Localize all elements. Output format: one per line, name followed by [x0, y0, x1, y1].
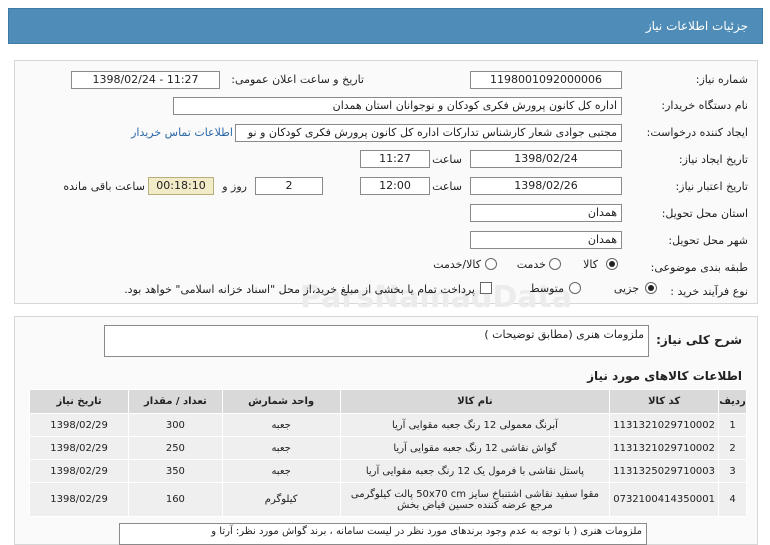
category-service-label: خدمت — [516, 258, 546, 271]
province-field: همدان — [470, 204, 622, 222]
process-medium-label: متوسط — [529, 282, 564, 295]
announce-field: 1398/02/24 - 11:27 — [71, 71, 220, 89]
cell-row: 2 — [718, 436, 747, 460]
process-medium-radio[interactable] — [569, 282, 581, 294]
items-table: ردیف کد کالا نام کالا واحد شمارش تعداد /… — [28, 389, 747, 517]
cell-row: 4 — [718, 482, 747, 517]
cell-row: 3 — [718, 459, 747, 483]
cell-qty: 350 — [128, 459, 223, 483]
page-header: جزئیات اطلاعات نیاز — [8, 8, 763, 44]
buyer-label: نام دستگاه خریدار: — [661, 99, 748, 112]
cell-qty: 160 — [128, 482, 223, 517]
table-header-row: ردیف کد کالا نام کالا واحد شمارش تعداد /… — [28, 389, 747, 414]
cell-name: پاستل نقاشی با فرمول یک 12 رنگ جعبه مقوا… — [339, 459, 611, 483]
creator-label: ایجاد کننده درخواست: — [646, 126, 748, 139]
items-title: اطلاعات کالاهای مورد نیاز — [587, 369, 742, 383]
days-field: 2 — [255, 177, 323, 195]
table-row: 3 1131325029710003 پاستل نقاشی با فرمول … — [28, 459, 747, 483]
cell-date: 1398/02/29 — [28, 413, 130, 437]
category-both-radio[interactable] — [485, 258, 497, 270]
remaining-time-field: 00:18:10 — [148, 177, 214, 195]
valid-time-label: ساعت — [432, 180, 462, 193]
cell-name: مقوا سفید نقاشی اشتنباخ سایز 50x70 cm پا… — [339, 482, 611, 517]
col-code-header: کد کالا — [609, 389, 720, 414]
treasury-payment-label: پرداخت تمام یا بخشی از مبلغ خرید،از محل … — [124, 283, 475, 296]
col-name-header: نام کالا — [339, 389, 611, 414]
cell-row: 1 — [718, 413, 747, 437]
valid-time-field: 12:00 — [360, 177, 430, 195]
days-label: روز و — [222, 180, 247, 193]
cell-code: 1131321029710002 — [609, 436, 720, 460]
cell-code: 1131325029710003 — [609, 459, 720, 483]
province-label: استان محل تحویل: — [661, 207, 748, 220]
created-date-field: 1398/02/24 — [470, 150, 622, 168]
cell-date: 1398/02/29 — [28, 482, 130, 517]
creator-field: مجتبی جوادی شعار کارشناس تدارکات اداره ک… — [235, 124, 622, 142]
table-row: 2 1131321029710002 گواش نقاشی 12 رنگ جعب… — [28, 436, 747, 460]
category-both-label: کالا/خدمت — [433, 258, 481, 271]
col-qty-header: تعداد / مقدار — [128, 389, 223, 414]
created-time-field: 11:27 — [360, 150, 430, 168]
col-row-header: ردیف — [718, 389, 747, 414]
category-service-radio[interactable] — [549, 258, 561, 270]
description-note: ملزومات هنری ( با توجه به عدم وجود برنده… — [119, 523, 647, 545]
cell-date: 1398/02/29 — [28, 459, 130, 483]
cell-code: 1131321029710002 — [609, 413, 720, 437]
cell-qty: 300 — [128, 413, 223, 437]
treasury-payment-checkbox[interactable] — [480, 282, 492, 294]
cell-name: آبرنگ معمولی 12 رنگ جعبه مقوایی آریا — [339, 413, 611, 437]
col-unit-header: واحد شمارش — [221, 389, 341, 414]
cell-unit: جعبه — [221, 413, 341, 437]
cell-qty: 250 — [128, 436, 223, 460]
need-number-field: 1198001092000006 — [470, 71, 622, 89]
created-time-label: ساعت — [432, 153, 462, 166]
cell-code: 0732100414350001 — [609, 482, 720, 517]
city-field: همدان — [470, 231, 622, 249]
cell-name: گواش نقاشی 12 رنگ جعبه مقوایی آریا — [339, 436, 611, 460]
buyer-field: اداره کل کانون پرورش فکری کودکان و نوجوا… — [173, 97, 622, 115]
announce-label: تاریخ و ساعت اعلان عمومی: — [231, 73, 364, 86]
category-goods-radio[interactable] — [606, 258, 618, 270]
category-goods-label: کالا — [583, 258, 598, 271]
valid-date-field: 1398/02/26 — [470, 177, 622, 195]
summary-label: شرح کلی نیاز: — [656, 333, 742, 347]
summary-field: ملزومات هنری (مطابق توضیحات ) — [104, 325, 649, 357]
table-row: 4 0732100414350001 مقوا سفید نقاشی اشتنب… — [28, 482, 747, 517]
need-number-label: شماره نیاز: — [695, 73, 748, 86]
created-date-label: تاریخ ایجاد نیاز: — [678, 153, 748, 166]
contact-buyer-link[interactable]: اطلاعات تماس خریدار — [131, 126, 233, 139]
valid-date-label: تاریخ اعتبار نیاز: — [675, 180, 748, 193]
page-title: جزئیات اطلاعات نیاز — [645, 19, 748, 33]
cell-date: 1398/02/29 — [28, 436, 130, 460]
category-label: طبقه بندی موضوعی: — [650, 261, 748, 274]
remaining-label: ساعت باقی مانده — [63, 180, 145, 193]
cell-unit: کیلوگرم — [221, 482, 341, 517]
process-small-radio[interactable] — [645, 282, 657, 294]
cell-unit: جعبه — [221, 436, 341, 460]
table-row: 1 1131321029710002 آبرنگ معمولی 12 رنگ ج… — [28, 413, 747, 437]
cell-unit: جعبه — [221, 459, 341, 483]
process-label: نوع فرآیند خرید : — [670, 285, 748, 298]
col-date-header: تاریخ نیاز — [28, 389, 130, 414]
city-label: شهر محل تحویل: — [668, 234, 748, 247]
process-small-label: جزیی — [613, 282, 639, 295]
